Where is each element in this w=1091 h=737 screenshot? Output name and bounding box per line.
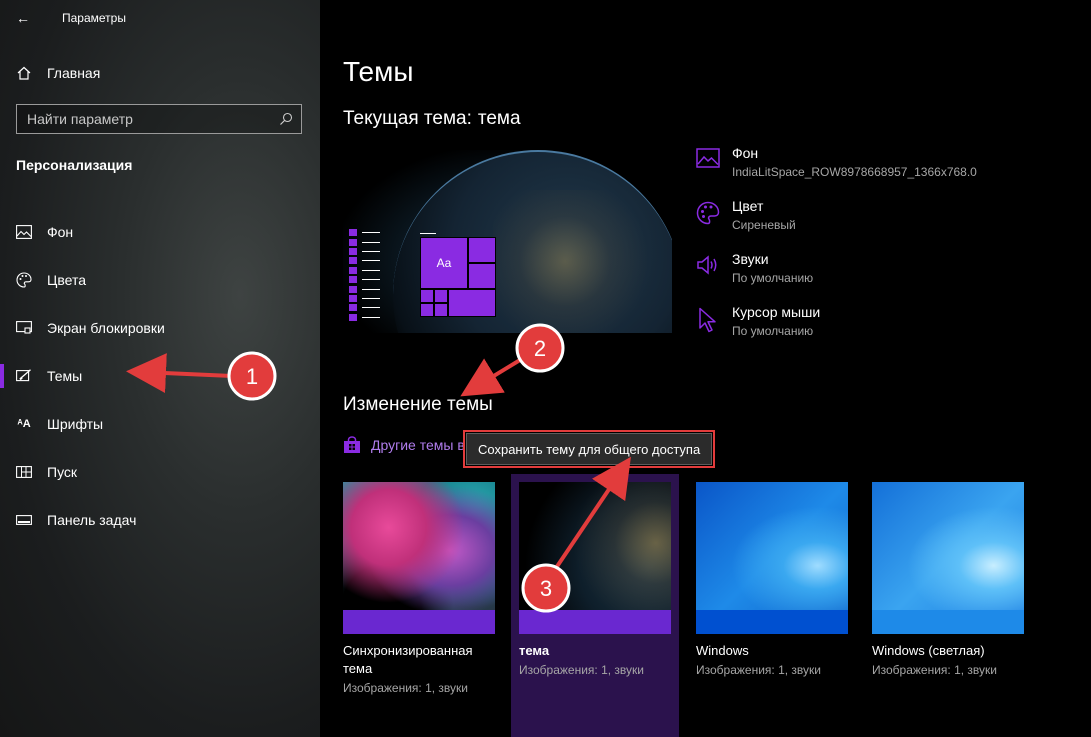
theme-desc: Изображения: 1, звуки <box>872 663 997 677</box>
info-title: Звуки <box>732 251 769 267</box>
app-title: Параметры <box>62 11 126 25</box>
info-value: Сиреневый <box>732 218 796 232</box>
info-background[interactable]: Фон IndiaLitSpace_ROW8978668957_1366x768… <box>695 145 1075 198</box>
palette-icon <box>16 272 32 288</box>
info-title: Цвет <box>732 198 764 214</box>
home-icon <box>17 66 31 80</box>
theme-info: Фон IndiaLitSpace_ROW8978668957_1366x768… <box>695 145 1075 357</box>
preview-start-menu: Aa <box>420 233 496 325</box>
sidebar-item-lock-screen[interactable]: Экран блокировки <box>0 304 320 352</box>
preview-taskbar <box>343 228 385 328</box>
sidebar-item-label: Пуск <box>47 464 78 480</box>
sidebar-item-label: Панель задач <box>47 512 137 528</box>
sidebar-item-label: Шрифты <box>47 416 104 432</box>
sidebar-item-label: Цвета <box>47 272 86 288</box>
current-theme-heading: Текущая тема: тема <box>343 108 521 130</box>
sidebar-item-themes[interactable]: Темы <box>0 352 320 400</box>
store-link-label: Другие темы в <box>371 437 465 453</box>
info-value: По умолчанию <box>732 324 814 338</box>
sidebar-item-background[interactable]: Фон <box>0 208 320 256</box>
theme-thumbnail <box>519 482 671 634</box>
store-bag-icon <box>344 436 360 453</box>
theme-desc: Изображения: 1, звуки <box>519 663 644 677</box>
picture-icon <box>16 224 32 240</box>
section-heading: Персонализация <box>16 157 133 173</box>
theme-thumbnail <box>696 482 848 634</box>
sidebar-nav: Фон Цвета Экран блокировки Темы ᴬA Шрифт… <box>0 208 320 544</box>
info-cursor[interactable]: Курсор мыши По умолчанию <box>695 304 1075 357</box>
info-value: По умолчанию <box>732 271 814 285</box>
home-link[interactable]: Главная <box>16 62 100 84</box>
sidebar-item-colors[interactable]: Цвета <box>0 256 320 304</box>
home-label: Главная <box>47 65 101 81</box>
store-themes-link[interactable]: Другие темы в <box>343 436 465 454</box>
city-lights <box>493 190 672 333</box>
search-placeholder: Найти параметр <box>27 111 133 127</box>
sidebar-item-label: Темы <box>47 368 83 384</box>
sidebar-item-label: Экран блокировки <box>47 320 165 336</box>
search-input[interactable]: Найти параметр <box>16 104 302 134</box>
back-arrow-icon: ← <box>16 10 30 26</box>
theme-card-windows-light[interactable]: Windows (светлая) Изображения: 1, звуки <box>872 482 1024 677</box>
theme-card-synced[interactable]: Синхронизированная тема Изображения: 1, … <box>343 482 495 695</box>
info-color[interactable]: Цвет Сиреневый <box>695 198 1075 251</box>
page-title: Темы <box>343 56 414 87</box>
current-theme-name: тема <box>477 108 521 129</box>
theme-card-current[interactable]: тема Изображения: 1, звуки <box>511 474 679 737</box>
sidebar: ← Параметры Главная Найти параметр Персо… <box>0 0 320 737</box>
font-icon: ᴬA <box>17 418 31 430</box>
change-theme-heading: Изменение темы <box>343 394 493 415</box>
search-icon[interactable] <box>279 112 293 126</box>
theme-desc: Изображения: 1, звуки <box>696 663 821 677</box>
theme-name: тема <box>519 643 550 658</box>
sidebar-item-taskbar[interactable]: Панель задач <box>0 496 320 544</box>
info-value: IndiaLitSpace_ROW8978668957_1366x768.0 <box>732 165 977 179</box>
cursor-icon <box>695 307 721 333</box>
save-theme-tooltip[interactable]: Сохранить тему для общего доступа <box>462 430 716 468</box>
themes-icon <box>16 368 32 384</box>
start-icon <box>16 464 32 480</box>
current-theme-prefix: Текущая тема: <box>343 108 472 129</box>
lock-screen-icon <box>16 320 32 336</box>
theme-card-windows[interactable]: Windows Изображения: 1, звуки <box>696 482 848 677</box>
sidebar-item-fonts[interactable]: ᴬA Шрифты <box>0 400 320 448</box>
theme-thumbnail <box>343 482 495 634</box>
theme-name: Синхронизированная тема <box>343 643 473 676</box>
preview-tile-text: Aa <box>420 237 468 289</box>
theme-desc: Изображения: 1, звуки <box>343 681 468 695</box>
theme-thumbnail <box>872 482 1024 634</box>
theme-gallery: Синхронизированная тема Изображения: 1, … <box>343 474 1083 737</box>
info-title: Фон <box>732 145 759 161</box>
theme-name: Windows <box>696 643 749 658</box>
theme-preview: Aa <box>343 150 672 333</box>
picture-icon <box>695 148 721 174</box>
back-button[interactable]: ← <box>0 0 46 36</box>
main-content: Темы Текущая тема: тема Aa Фон IndiaLitS… <box>320 0 1091 737</box>
palette-icon <box>695 201 721 227</box>
title-bar: ← Параметры <box>0 0 320 36</box>
speaker-icon <box>695 254 721 280</box>
theme-name: Windows (светлая) <box>872 643 985 658</box>
info-title: Курсор мыши <box>732 304 821 320</box>
info-sounds[interactable]: Звуки По умолчанию <box>695 251 1075 304</box>
sidebar-item-label: Фон <box>47 224 74 240</box>
taskbar-icon <box>16 512 32 528</box>
sidebar-item-start[interactable]: Пуск <box>0 448 320 496</box>
